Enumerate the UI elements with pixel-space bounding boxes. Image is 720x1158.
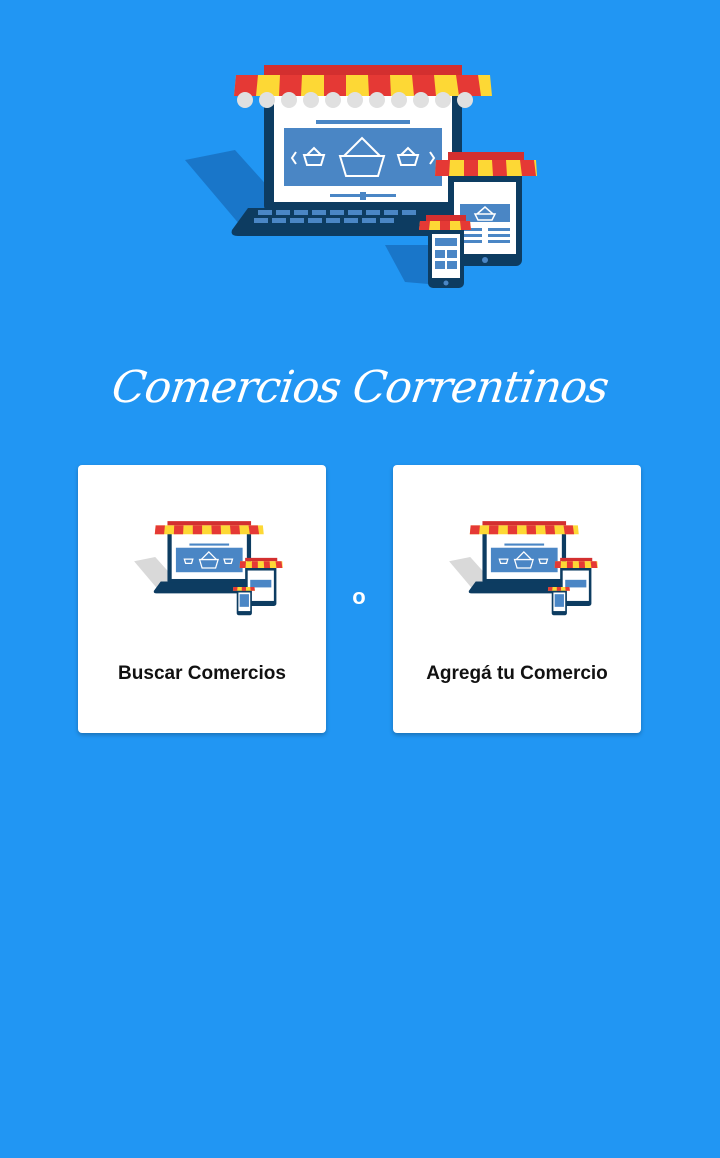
add-shop-card[interactable]: Agregá tu Comercio: [393, 465, 641, 733]
search-shops-label: Buscar Comercios: [118, 663, 286, 684]
online-shop-icon: [447, 509, 599, 627]
add-shop-label: Agregá tu Comercio: [426, 663, 608, 684]
app-title: Comercios Correntinos: [108, 362, 612, 413]
search-shops-card[interactable]: Buscar Comercios: [78, 465, 326, 733]
online-shop-illustration-icon: [180, 60, 540, 292]
online-shop-icon: [132, 509, 284, 627]
or-separator: o: [352, 584, 366, 609]
